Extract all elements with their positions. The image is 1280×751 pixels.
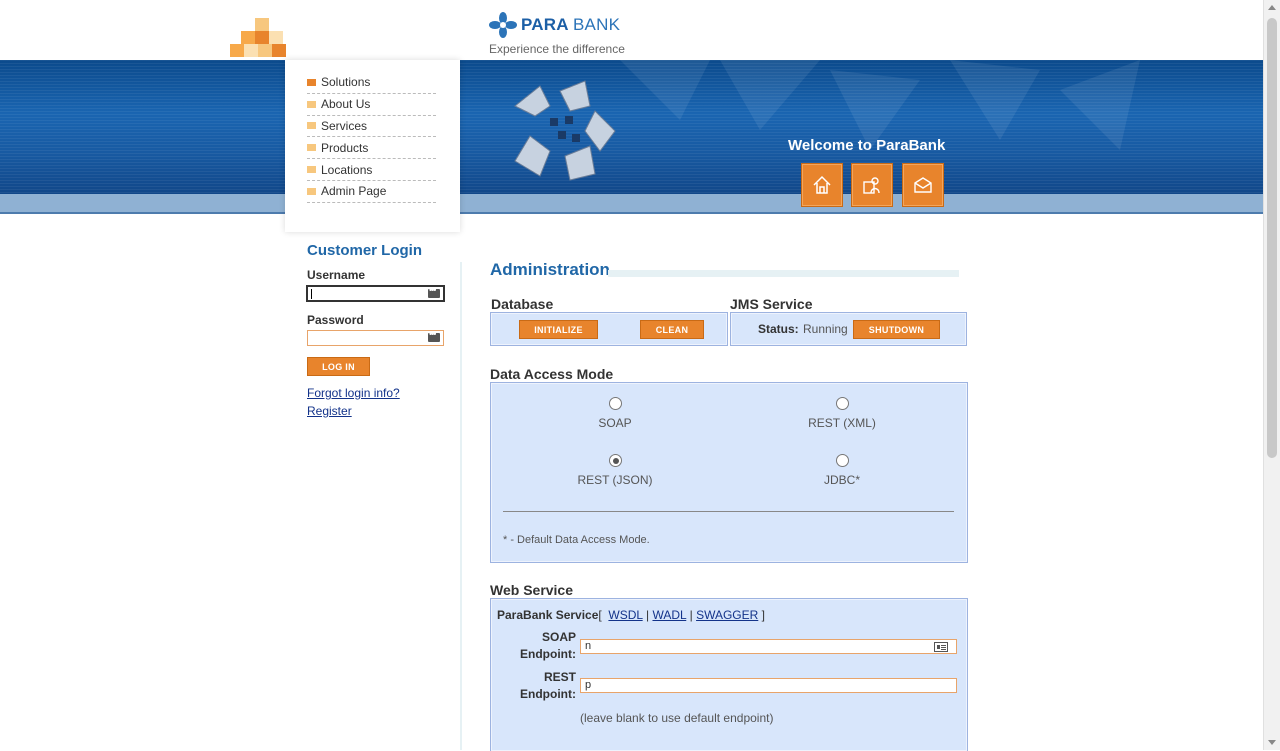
radio-label-rest-json: REST (JSON) <box>577 473 653 487</box>
soap-label-line1: SOAP <box>541 630 576 644</box>
soap-endpoint-label: SOAP Endpoint: <box>496 629 576 663</box>
about-button[interactable] <box>851 163 893 207</box>
endpoint-hint: (leave blank to use default endpoint) <box>580 711 774 725</box>
bullet-icon <box>307 144 316 152</box>
scrollbar-thumb[interactable] <box>1267 18 1277 458</box>
menu-label: Services <box>321 118 368 133</box>
brand-name: PARA BANK <box>521 15 621 34</box>
register-link[interactable]: Register <box>307 404 352 418</box>
menu-label: Locations <box>321 162 373 177</box>
rest-endpoint-input[interactable]: p <box>580 678 957 693</box>
page-title: Administration <box>490 260 610 279</box>
bracket-open: [ <box>598 608 602 622</box>
web-service-title: Web Service <box>490 582 574 598</box>
left-menu-panel: Solutions About Us Services Products Loc… <box>285 60 460 232</box>
radio-jdbc[interactable] <box>836 454 849 467</box>
default-mode-note: * - Default Data Access Mode. <box>503 534 650 546</box>
jms-status-label: Status: <box>758 322 799 336</box>
logo-squares <box>230 18 286 60</box>
username-label: Username <box>307 268 366 282</box>
radio-rest-xml[interactable] <box>836 397 849 410</box>
text-caret <box>311 289 312 299</box>
menu-item-products[interactable]: Products <box>307 137 436 160</box>
rest-label-line1: REST <box>543 670 576 684</box>
scroll-up-icon[interactable] <box>1268 5 1276 10</box>
initialize-button[interactable]: INITIALIZE <box>519 320 598 339</box>
password-label: Password <box>307 313 364 327</box>
menu-item-locations[interactable]: Locations <box>307 159 436 181</box>
radio-soap[interactable] <box>609 397 622 410</box>
database-title: Database <box>491 296 554 312</box>
menu-label: About Us <box>321 97 371 112</box>
banner-strip <box>0 194 1264 212</box>
menu-item-solutions[interactable]: Solutions <box>307 72 436 94</box>
column-divider <box>460 262 462 750</box>
username-input[interactable] <box>306 285 445 302</box>
about-icon <box>863 177 880 194</box>
rest-label-line2: Endpoint: <box>520 687 576 701</box>
parabank-service-line: ParaBank Service[ WSDL | WADL | SWAGGER … <box>497 608 765 622</box>
menu-label: Solutions <box>321 75 371 90</box>
tagline: Experience the difference <box>489 42 625 56</box>
banner-strip-line <box>0 212 1264 214</box>
service-label: ParaBank Service <box>497 608 599 622</box>
log-in-button[interactable]: LOG IN <box>307 357 370 376</box>
jms-service-title: JMS Service <box>730 296 813 312</box>
soap-label-line2: Endpoint: <box>520 647 576 661</box>
swagger-link[interactable]: SWAGGER <box>696 608 758 622</box>
data-access-mode-title: Data Access Mode <box>490 366 614 382</box>
radio-label-soap: SOAP <box>598 416 632 430</box>
welcome-text: Welcome to ParaBank <box>788 137 946 154</box>
jms-status-value: Running <box>803 322 848 336</box>
soap-endpoint-input[interactable]: n <box>580 639 957 654</box>
bullet-icon <box>307 78 316 86</box>
radio-label-jdbc: JDBC* <box>823 473 860 487</box>
vertical-scrollbar[interactable] <box>1263 0 1280 750</box>
menu-label: Admin Page <box>321 184 387 199</box>
rest-endpoint-label: REST Endpoint: <box>496 669 576 703</box>
banner-arrows-icon <box>514 80 616 181</box>
radio-label-rest-xml: REST (XML) <box>808 416 876 430</box>
rest-endpoint-value: p <box>585 679 592 691</box>
bullet-icon <box>307 166 316 174</box>
home-button[interactable] <box>801 163 843 207</box>
separator: | <box>689 608 693 622</box>
menu-item-admin-page[interactable]: Admin Page <box>307 181 436 203</box>
header-banner <box>0 60 1264 214</box>
soap-endpoint-value: n <box>585 640 592 652</box>
clean-button[interactable]: CLEAN <box>640 320 704 339</box>
scroll-down-icon[interactable] <box>1268 740 1276 745</box>
contact-button[interactable] <box>902 163 944 207</box>
password-input[interactable] <box>307 329 444 346</box>
contact-icon <box>914 177 932 193</box>
autofill-card-icon[interactable] <box>934 642 948 652</box>
title-underline <box>608 270 959 277</box>
separator: | <box>646 608 650 622</box>
home-icon <box>813 175 831 194</box>
divider <box>503 511 954 512</box>
password-manager-icon[interactable] <box>428 329 440 342</box>
wadl-link[interactable]: WADL <box>652 608 686 622</box>
bracket-close: ] <box>761 608 765 622</box>
bullet-icon <box>307 100 316 108</box>
menu-item-about-us[interactable]: About Us <box>307 94 436 116</box>
menu-item-services[interactable]: Services <box>307 116 436 138</box>
main-menu: Solutions About Us Services Products Loc… <box>307 72 436 203</box>
bullet-icon <box>307 122 316 130</box>
parabank-flower-icon <box>489 12 517 38</box>
shutdown-button[interactable]: SHUTDOWN <box>853 320 940 339</box>
wsdl-link[interactable]: WSDL <box>608 608 642 622</box>
parabank-logo[interactable]: PARA BANK <box>489 12 620 38</box>
forgot-login-link[interactable]: Forgot login info? <box>307 386 400 400</box>
password-manager-icon[interactable] <box>428 285 440 298</box>
bullet-icon <box>307 187 316 195</box>
radio-rest-json[interactable] <box>609 454 622 467</box>
customer-login-title: Customer Login <box>307 242 422 259</box>
menu-label: Products <box>321 140 369 155</box>
